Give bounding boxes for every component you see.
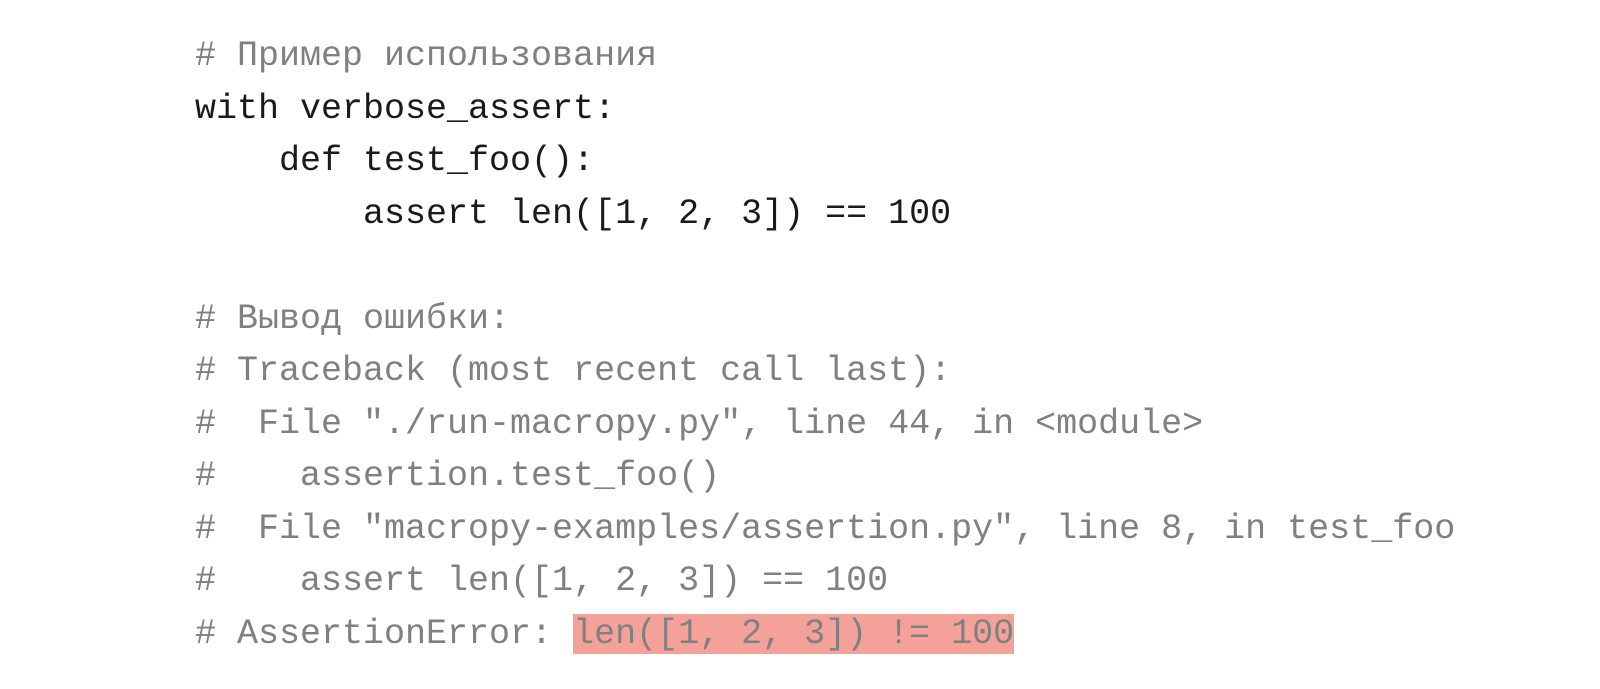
code-block: # Пример использования with verbose_asse… <box>0 0 1600 660</box>
code-line-comment: # File "./run-macropy.py", line 44, in <… <box>195 404 1203 444</box>
code-line-comment: # Пример использования <box>195 36 657 76</box>
code-line-comment: # File "macropy-examples/assertion.py", … <box>195 509 1455 549</box>
code-line-comment: # assert len([1, 2, 3]) == 100 <box>195 561 888 601</box>
code-line: def test_foo(): <box>195 141 594 181</box>
code-line: assert len([1, 2, 3]) == 100 <box>195 194 951 234</box>
code-line-comment: # Traceback (most recent call last): <box>195 351 951 391</box>
highlighted-error-text: len([1, 2, 3]) != 100 <box>573 614 1014 654</box>
code-line-comment: # Вывод ошибки: <box>195 299 510 339</box>
code-line: with verbose_assert: <box>195 89 615 129</box>
code-line-comment: # assertion.test_foo() <box>195 456 720 496</box>
code-line-comment: # AssertionError: <box>195 614 573 654</box>
